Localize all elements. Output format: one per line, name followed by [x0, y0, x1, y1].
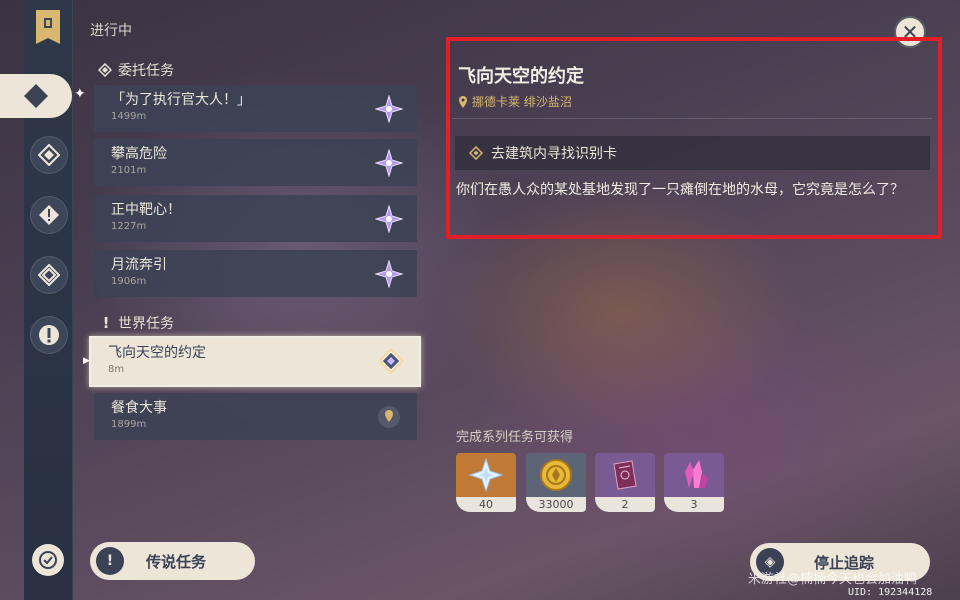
objective-diamond-icon — [469, 146, 483, 160]
location-pin-icon — [378, 406, 400, 428]
watermark: 米游社@楠楠今天也会加油鸭 — [748, 572, 918, 587]
reward-item[interactable]: 2 — [595, 453, 655, 512]
reward-item[interactable]: 40 — [456, 453, 516, 512]
commission-section-icon — [98, 63, 112, 77]
event-quest-icon[interactable] — [30, 256, 68, 294]
divider — [452, 118, 932, 119]
mora-icon — [540, 459, 572, 491]
exclamation-icon: ! — [102, 314, 110, 332]
primogem-icon — [469, 458, 503, 492]
commission-star-icon — [375, 95, 403, 123]
quest-card[interactable]: 攀高危险 2101m — [94, 139, 417, 186]
commission-section-title: 委托任务 — [98, 60, 174, 80]
quest-description: 你们在愚人众的某处基地发现了一只瘫倒在地的水母，它究竟是怎么了？ — [456, 182, 904, 198]
quest-card[interactable]: 「为了执行官大人！」 1499m — [94, 85, 417, 132]
rewards-title: 完成系列任务可获得 — [456, 430, 574, 445]
exclamation-icon: ! — [96, 547, 124, 575]
settings-check-icon[interactable] — [32, 544, 64, 576]
location-marker-icon — [459, 95, 467, 108]
quest-diamond-icon[interactable] — [30, 136, 68, 174]
quest-card[interactable]: 月流奔引 1906m — [94, 250, 417, 297]
commission-diamond-icon — [24, 84, 48, 108]
world-section-title: ! 世界任务 — [100, 313, 174, 333]
reward-item[interactable]: 3 — [664, 453, 724, 512]
exclamation-quest-icon[interactable] — [30, 316, 68, 354]
sparkle-icon: ✦ — [74, 86, 86, 102]
quest-objective: 去建筑内寻找识别卡 — [455, 136, 930, 170]
quest-title: 飞向天空的约定 — [458, 66, 584, 87]
uid-label: UID: 192344128 — [848, 587, 933, 598]
quest-card-selected[interactable]: 飞向天空的约定 8m — [89, 336, 421, 387]
in-progress-heading: 进行中 — [90, 23, 132, 39]
active-commission-tab[interactable] — [0, 74, 72, 118]
world-quest-icon[interactable] — [30, 196, 68, 234]
commission-star-icon — [375, 205, 403, 233]
commission-star-icon — [375, 260, 403, 288]
quest-card[interactable]: 餐食大事 1899m — [94, 393, 417, 440]
tracking-diamond-icon — [378, 348, 404, 374]
bookmark-banner-icon — [30, 8, 66, 48]
quest-location: 挪德卡莱 绯沙盐沼 — [458, 93, 572, 110]
quest-card[interactable]: 正中靶心！ 1227m — [94, 195, 417, 242]
book-icon — [613, 460, 637, 490]
reward-item[interactable]: 33000 — [526, 453, 586, 512]
crystal-icon — [685, 460, 708, 488]
legend-quest-button[interactable]: ! 传说任务 — [90, 542, 255, 580]
commission-star-icon — [375, 149, 403, 177]
